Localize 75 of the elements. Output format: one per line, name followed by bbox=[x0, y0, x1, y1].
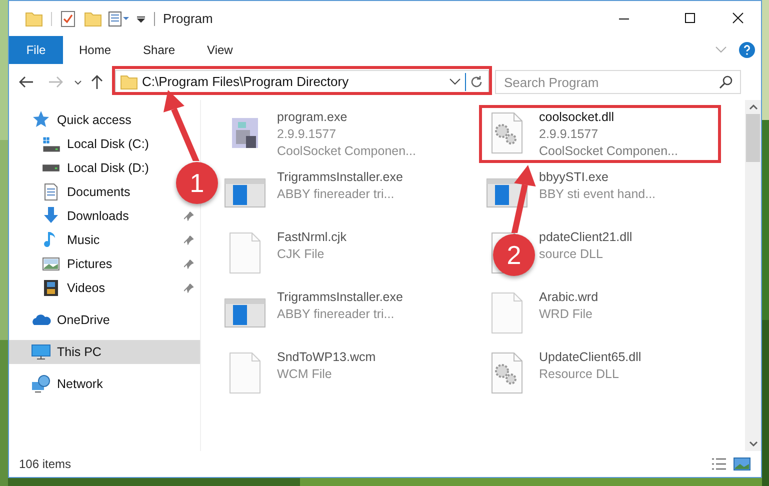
search-field[interactable]: Search Program bbox=[495, 70, 741, 94]
nav-item[interactable]: Pictures bbox=[9, 252, 200, 276]
nav-item[interactable]: Network bbox=[9, 372, 109, 396]
expand-ribbon-icon[interactable] bbox=[715, 46, 727, 54]
nav-item[interactable]: Videos bbox=[9, 276, 200, 300]
nav-item[interactable]: Music bbox=[9, 228, 200, 252]
properties-icon[interactable] bbox=[108, 10, 130, 28]
file-name: UpdateClient65.dll bbox=[539, 349, 642, 366]
file-detail: 2.9.9.1577 bbox=[277, 126, 336, 143]
ribbon-tab[interactable]: View bbox=[191, 36, 249, 64]
file-name: pdateClient21.dll bbox=[539, 229, 632, 246]
star-icon bbox=[31, 110, 51, 130]
file-detail: CoolSocket Componen... bbox=[277, 143, 416, 160]
file-tab[interactable]: File bbox=[9, 36, 63, 64]
pin-icon[interactable] bbox=[184, 259, 194, 269]
installer-file-icon bbox=[231, 117, 259, 149]
dropdown-icon[interactable] bbox=[136, 14, 146, 24]
nav-item[interactable]: Quick access bbox=[9, 108, 138, 132]
network-icon bbox=[31, 374, 51, 394]
file-name: coolsocket.dll bbox=[539, 109, 614, 126]
large-icons-view-icon[interactable] bbox=[733, 457, 751, 471]
file-name: TrigrammsInstaller.exe bbox=[277, 169, 403, 186]
file-name: bbyySTI.exe bbox=[539, 169, 608, 186]
folder-icon bbox=[120, 73, 138, 91]
gears-file-icon bbox=[491, 112, 523, 154]
address-path: C:\Program Files\Program Directory bbox=[142, 73, 349, 92]
file-detail: source DLL bbox=[539, 246, 603, 263]
blank-file-icon bbox=[491, 292, 523, 334]
scroll-up-icon[interactable] bbox=[748, 104, 758, 110]
dropdown-icon[interactable] bbox=[449, 78, 461, 86]
search-icon[interactable] bbox=[719, 75, 733, 89]
file-detail: CJK File bbox=[277, 246, 324, 263]
scrollbar[interactable] bbox=[745, 100, 761, 451]
ribbon-tab[interactable]: Home bbox=[63, 36, 128, 64]
file-detail: BBY sti event hand... bbox=[539, 186, 656, 203]
drive-icon bbox=[42, 164, 60, 172]
up-icon[interactable] bbox=[89, 74, 105, 90]
file-name: TrigrammsInstaller.exe bbox=[277, 289, 403, 306]
nav-item[interactable]: This PC bbox=[9, 340, 200, 364]
drive-icon bbox=[41, 136, 61, 152]
ribbon-tab[interactable]: Share bbox=[127, 36, 192, 64]
file-name: FastNrml.cjk bbox=[277, 229, 346, 246]
file-detail: ABBY finereader tri... bbox=[277, 186, 394, 203]
nav-item[interactable]: Downloads bbox=[9, 204, 200, 228]
gears-file-icon bbox=[491, 352, 523, 394]
scroll-down-icon[interactable] bbox=[748, 441, 758, 447]
file-detail: WCM File bbox=[277, 366, 332, 383]
nav-item[interactable]: Local Disk (C:) bbox=[9, 132, 155, 156]
blank-file-icon bbox=[229, 352, 261, 394]
file-detail: ABBY finereader tri... bbox=[277, 306, 394, 323]
program-window-icon bbox=[224, 178, 266, 208]
nav-item[interactable]: Documents bbox=[9, 180, 136, 204]
pin-icon[interactable] bbox=[184, 283, 194, 293]
file-detail: WRD File bbox=[539, 306, 592, 323]
pin-icon[interactable] bbox=[184, 211, 194, 221]
window-title: Program bbox=[163, 10, 213, 28]
item-count: 106 items bbox=[19, 456, 72, 473]
file-detail: Resource DLL bbox=[539, 366, 619, 383]
file-name: SndToWP13.wcm bbox=[277, 349, 376, 366]
file-name: Arabic.wrd bbox=[539, 289, 598, 306]
help-icon[interactable] bbox=[739, 42, 755, 58]
nav-item[interactable]: OneDrive bbox=[9, 308, 116, 332]
blank-file-icon bbox=[229, 232, 261, 274]
file-name: program.exe bbox=[277, 109, 348, 126]
pin-icon[interactable] bbox=[184, 235, 194, 245]
program-window-icon bbox=[224, 298, 266, 328]
file-detail: CoolSocket Componen... bbox=[539, 143, 678, 160]
back-icon[interactable] bbox=[17, 74, 35, 90]
scrollbar-thumb[interactable] bbox=[746, 114, 760, 162]
monitor-icon bbox=[31, 342, 51, 362]
film-icon bbox=[41, 278, 61, 298]
nav-item[interactable]: Local Disk (D:) bbox=[9, 156, 155, 180]
details-view-icon[interactable] bbox=[711, 457, 727, 471]
file-detail: 2.9.9.1577 bbox=[539, 126, 598, 143]
checklist-icon[interactable] bbox=[60, 10, 76, 28]
